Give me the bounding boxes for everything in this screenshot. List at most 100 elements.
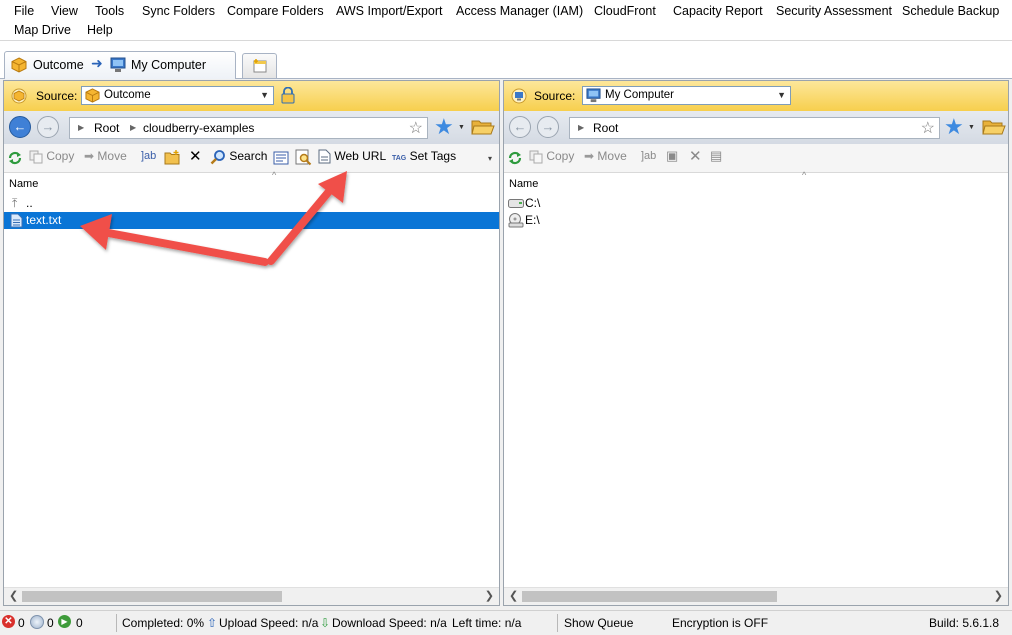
left-address-bar[interactable]: ▶ Root ▶ cloudberry-examples ☆: [69, 117, 428, 139]
computer-icon: [110, 57, 126, 72]
chevron-down-icon: ▼: [777, 90, 786, 100]
breadcrumb-root[interactable]: Root: [593, 121, 618, 135]
menu-aws-import-export[interactable]: AWS Import/Export: [336, 2, 443, 20]
back-icon[interactable]: ←: [9, 116, 31, 138]
file-name: ..: [26, 196, 33, 210]
refresh-icon[interactable]: [507, 150, 523, 166]
breadcrumb-root[interactable]: Root: [94, 121, 119, 135]
scrollbar-thumb[interactable]: [22, 591, 282, 602]
menu-compare-folders[interactable]: Compare Folders: [227, 2, 324, 20]
move-label: Move: [97, 149, 127, 163]
star-outline-icon[interactable]: ☆: [409, 118, 423, 138]
upload-speed-text: Upload Speed: n/a: [219, 616, 319, 630]
left-pane: Source: Outcome ▼ ← → ▶ Root ▶ cloudberr…: [3, 80, 500, 606]
drive-name: E:\: [525, 213, 540, 227]
delete-icon[interactable]: ✕: [189, 147, 202, 165]
favorites-star-icon[interactable]: ★: [434, 114, 454, 140]
list-item[interactable]: E:\: [504, 212, 1008, 229]
name-column-header[interactable]: Name: [9, 178, 38, 190]
list-item[interactable]: ⤒ ..: [4, 195, 499, 212]
bucket-icon: [11, 57, 27, 73]
right-file-list: Name ^ C:\ E:\: [504, 170, 1008, 588]
right-pane: Source: My Computer ▼ ← → ▶ Root ☆ ★ ▼ C…: [503, 80, 1009, 606]
status-bar: ✕ 0 0 ▶ 0 Completed: 0% ⇧ Upload Speed: …: [0, 610, 1012, 635]
download-speed-text: Download Speed: n/a: [332, 616, 447, 630]
download-arrow-icon: ⇩: [320, 616, 331, 630]
menu-view[interactable]: View: [51, 2, 78, 20]
menu-map-drive[interactable]: Map Drive: [14, 21, 71, 39]
right-address-bar[interactable]: ▶ Root ☆: [569, 117, 940, 139]
copy-button[interactable]: Copy: [529, 149, 574, 164]
menu-capacity-report[interactable]: Capacity Report: [673, 2, 763, 20]
new-tab-button[interactable]: [242, 53, 277, 78]
text-file-icon: [10, 213, 23, 228]
left-source-value: Outcome: [104, 89, 151, 101]
scroll-right-icon[interactable]: ❯: [994, 589, 1003, 602]
list-item-selected[interactable]: text.txt: [4, 212, 499, 229]
left-source-select[interactable]: Outcome ▼: [81, 86, 274, 105]
menu-tools[interactable]: Tools: [95, 2, 124, 20]
search-label: Search: [229, 149, 268, 164]
drive-name: C:\: [525, 196, 541, 210]
scrollbar-thumb[interactable]: [522, 591, 777, 602]
set-tags-button[interactable]: TAG Set Tags: [392, 149, 456, 163]
tab-outcome-my-computer[interactable]: Outcome ➜ My Computer: [4, 51, 236, 79]
forward-icon[interactable]: →: [537, 116, 559, 138]
search-button[interactable]: Search: [210, 149, 267, 165]
tab-dest-label: My Computer: [131, 58, 207, 72]
menu-cloudfront[interactable]: CloudFront: [594, 2, 656, 20]
left-horizontal-scrollbar[interactable]: ❮ ❯: [4, 587, 499, 605]
rename-icon[interactable]: ]ab: [141, 150, 156, 162]
star-outline-icon[interactable]: ☆: [921, 118, 935, 138]
folder-open-icon[interactable]: [982, 119, 1006, 136]
move-button[interactable]: ➡ Move: [584, 149, 627, 163]
back-icon[interactable]: ←: [509, 116, 531, 138]
left-toolbar: Copy ➡ Move ]ab ✕ Search Web URL TAG Set…: [4, 144, 499, 173]
rename-icon[interactable]: ]ab: [641, 150, 656, 162]
tab-strip: Outcome ➜ My Computer: [0, 40, 1012, 79]
properties-icon[interactable]: [273, 150, 289, 166]
menu-file[interactable]: File: [14, 2, 34, 20]
menu-security-assessment[interactable]: Security Assessment: [776, 2, 892, 20]
properties-icon[interactable]: ▤: [710, 148, 722, 164]
scroll-left-icon[interactable]: ❮: [509, 589, 518, 602]
package-icon[interactable]: ▣: [666, 148, 678, 164]
menu-schedule-backup[interactable]: Schedule Backup: [902, 2, 999, 20]
folder-open-icon[interactable]: [471, 119, 495, 136]
computer-icon: [586, 88, 601, 103]
lock-icon[interactable]: [281, 87, 295, 104]
right-horizontal-scrollbar[interactable]: ❮ ❯: [504, 587, 1008, 605]
left-nav-bar: ← → ▶ Root ▶ cloudberry-examples ☆ ★ ▼: [4, 111, 499, 144]
parent-folder-icon: ⤒: [12, 196, 18, 210]
right-source-select[interactable]: My Computer ▼: [582, 86, 791, 105]
scroll-left-icon[interactable]: ❮: [9, 589, 18, 602]
list-item[interactable]: C:\: [504, 195, 1008, 212]
favorites-star-icon[interactable]: ★: [944, 114, 964, 140]
move-button[interactable]: ➡ Move: [84, 149, 127, 163]
new-folder-icon[interactable]: [164, 150, 181, 165]
copy-label: Copy: [46, 149, 75, 163]
chevron-down-icon[interactable]: ▼: [968, 124, 975, 131]
refresh-icon[interactable]: [7, 150, 23, 166]
delete-icon[interactable]: ✕: [689, 147, 702, 165]
menu-access-manager[interactable]: Access Manager (IAM): [456, 2, 583, 20]
build-version: Build: 5.6.1.8: [929, 616, 1000, 630]
menu-sync-folders[interactable]: Sync Folders: [142, 2, 215, 20]
arrow-right-icon: ➜: [91, 55, 103, 71]
name-column-header[interactable]: Name: [509, 178, 538, 190]
forward-icon[interactable]: →: [37, 116, 59, 138]
menu-help[interactable]: Help: [87, 21, 113, 39]
move-icon: ➡: [584, 149, 595, 163]
left-time-text: Left time: n/a: [452, 616, 522, 630]
scroll-right-icon[interactable]: ❯: [485, 589, 494, 602]
breadcrumb-bucket[interactable]: cloudberry-examples: [143, 121, 254, 135]
breadcrumb-arrow-icon: ▶: [78, 123, 85, 132]
preview-icon[interactable]: [295, 149, 312, 166]
web-url-button[interactable]: Web URL: [318, 149, 386, 164]
toolbar-overflow-icon[interactable]: ▾: [488, 154, 492, 163]
right-source-label: Source:: [534, 89, 576, 103]
tag-icon: TAG: [392, 155, 407, 162]
copy-button[interactable]: Copy: [29, 149, 74, 164]
show-queue-button[interactable]: Show Queue: [564, 616, 633, 630]
chevron-down-icon[interactable]: ▼: [458, 124, 465, 131]
